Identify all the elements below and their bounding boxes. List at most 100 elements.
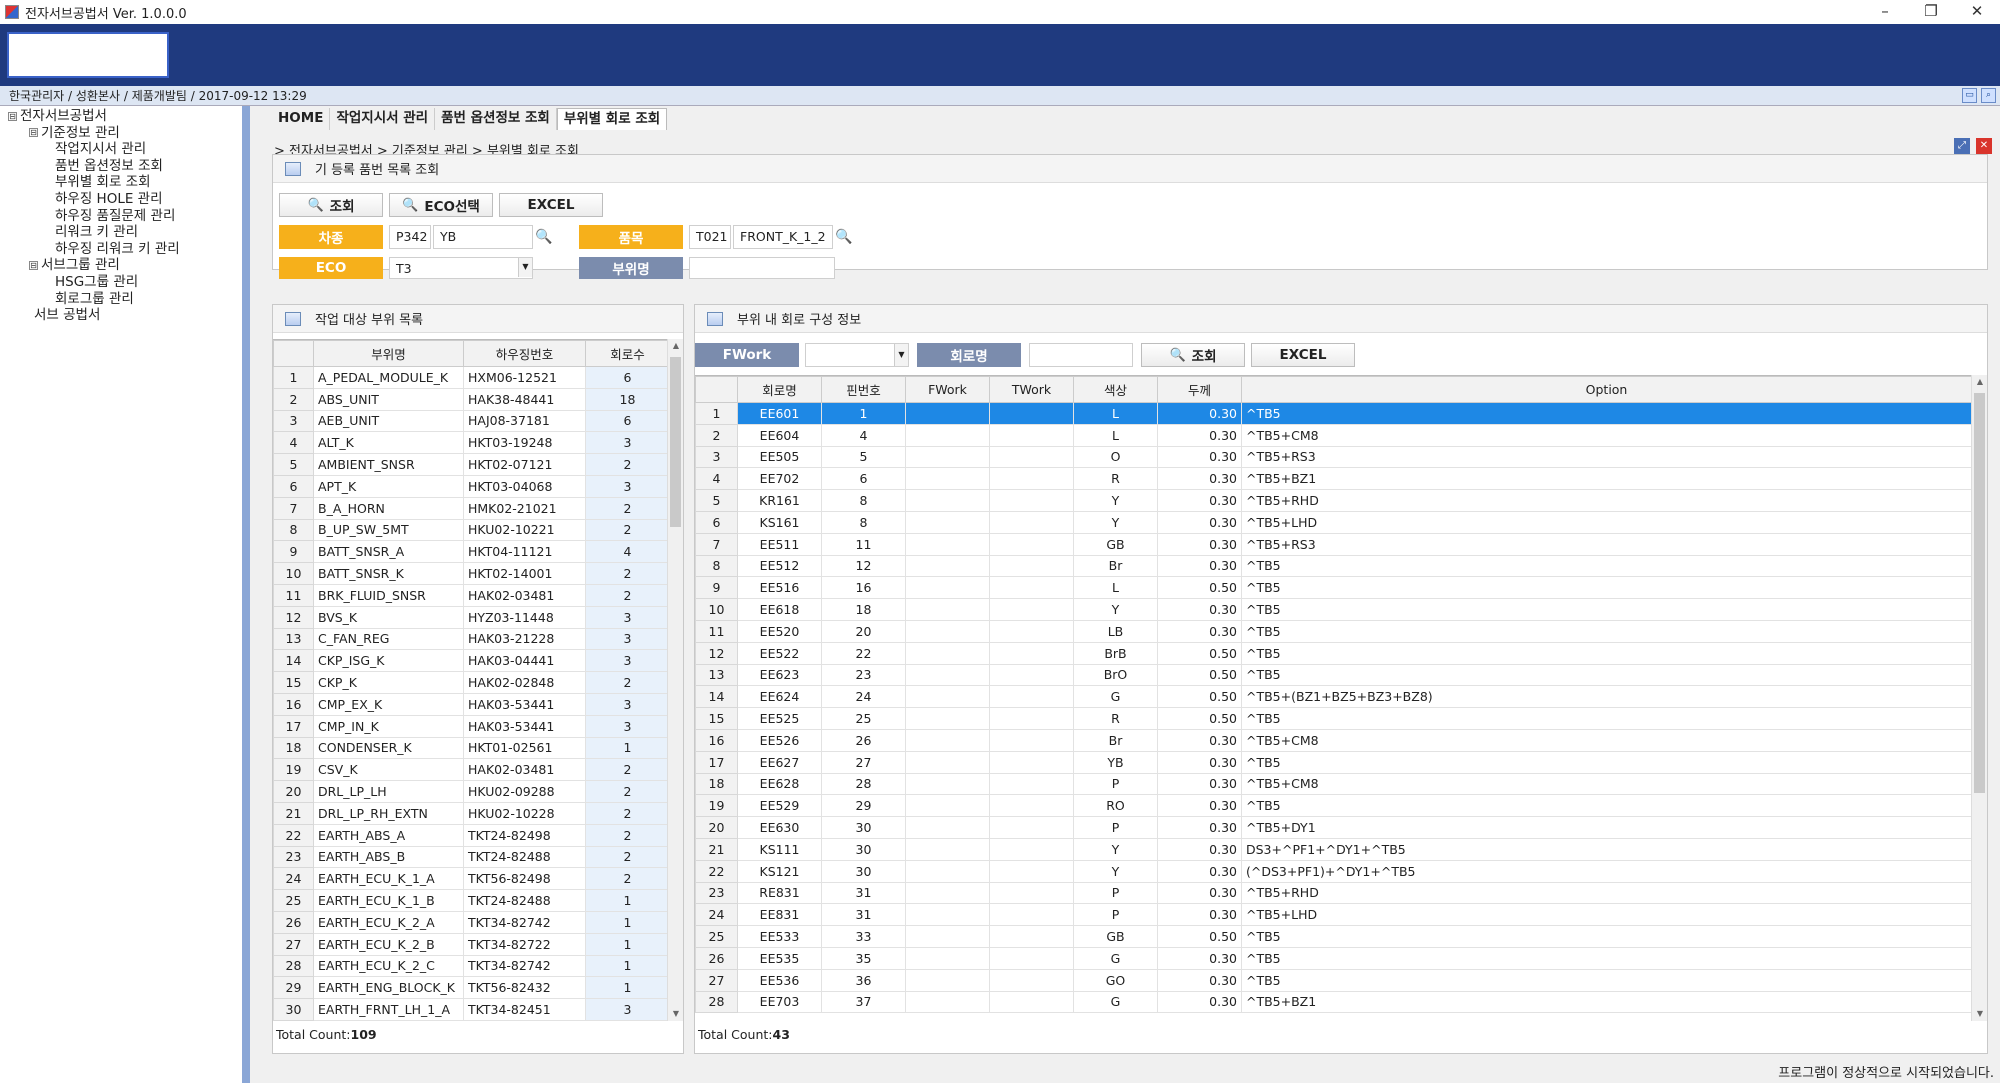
tree-node[interactable]: 하우징 HOLE 관리 — [0, 191, 242, 208]
column-header[interactable]: FWork — [905, 376, 990, 403]
restore-button[interactable]: ❐ — [1908, 0, 1954, 24]
table-row[interactable]: 25 EARTH_ECU_K_1_B TKT24-82488 1 — [273, 889, 669, 912]
column-header[interactable]: 핀번호 — [821, 376, 906, 403]
table-row[interactable]: 21 KS111 30 Y 0.30 DS3+^PF1+^DY1+^TB5 — [695, 837, 1971, 861]
circuit-grid-scrollbar[interactable]: ▲ ▼ — [1971, 375, 1987, 1021]
close-tab-icon[interactable]: ✕ — [1976, 138, 1992, 154]
tree-node[interactable]: ⊟ 기준정보 관리 — [0, 125, 242, 142]
table-row[interactable]: 4 EE702 6 R 0.30 ^TB5+BZ1 — [695, 467, 1971, 491]
excel-button[interactable]: EXCEL — [499, 193, 603, 217]
fwork-select[interactable]: ▼ — [805, 343, 909, 367]
table-row[interactable]: 9 EE516 16 L 0.50 ^TB5 — [695, 576, 1971, 600]
table-row[interactable]: 3 AEB_UNIT HAJ08-37181 6 — [273, 409, 669, 433]
table-row[interactable]: 22 EARTH_ABS_A TKT24-82498 2 — [273, 823, 669, 847]
scroll-thumb[interactable] — [670, 357, 681, 527]
scroll-down-icon[interactable]: ▼ — [1972, 1007, 1988, 1021]
table-row[interactable]: 14 CKP_ISG_K HAK03-04441 3 — [273, 649, 669, 673]
collapse-icon[interactable]: ⊟ — [29, 128, 38, 138]
tree-node[interactable]: 하우징 품질문제 관리 — [0, 208, 242, 225]
table-row[interactable]: 18 CONDENSER_K HKT01-02561 1 — [273, 736, 669, 760]
table-row[interactable]: 15 EE525 25 R 0.50 ^TB5 — [695, 707, 1971, 730]
close-button[interactable]: ✕ — [1954, 0, 2000, 24]
column-header[interactable]: 회로수 — [585, 340, 669, 367]
table-row[interactable]: 24 EE831 31 P 0.30 ^TB5+LHD — [695, 903, 1971, 927]
car-name-field[interactable]: YB — [433, 225, 533, 249]
tree-node[interactable]: 하우징 리워크 키 관리 — [0, 241, 242, 258]
table-row[interactable]: 3 EE505 5 O 0.30 ^TB5+RS3 — [695, 445, 1971, 469]
table-row[interactable]: 6 APT_K HKT03-04068 3 — [273, 474, 669, 498]
circuit-excel-button[interactable]: EXCEL — [1251, 343, 1355, 367]
tab-item[interactable]: HOME — [272, 108, 331, 130]
column-header[interactable]: TWork — [989, 376, 1074, 403]
scroll-down-icon[interactable]: ▼ — [668, 1007, 684, 1021]
table-row[interactable]: 1 A_PEDAL_MODULE_K HXM06-12521 6 — [273, 366, 669, 389]
column-header[interactable]: 두께 — [1157, 376, 1242, 403]
tree-node[interactable]: ⊟ 서브그룹 관리 — [0, 257, 242, 274]
table-row[interactable]: 25 EE533 33 GB 0.50 ^TB5 — [695, 925, 1971, 948]
circuit-search-button[interactable]: 🔍 조회 — [1141, 343, 1245, 367]
eco-select[interactable]: T3 ▼ — [389, 257, 533, 279]
tree-node[interactable]: 회로그룹 관리 — [0, 291, 242, 308]
table-row[interactable]: 5 AMBIENT_SNSR HKT02-07121 2 — [273, 453, 669, 476]
table-row[interactable]: 9 BATT_SNSR_A HKT04-11121 4 — [273, 540, 669, 564]
column-header[interactable]: 하우징번호 — [463, 340, 586, 367]
scroll-thumb[interactable] — [1974, 393, 1985, 793]
minimize-button[interactable]: – — [1862, 0, 1908, 24]
column-header[interactable]: 회로명 — [737, 376, 822, 403]
table-row[interactable]: 21 DRL_LP_RH_EXTN HKU02-10228 2 — [273, 801, 669, 825]
tab-item[interactable]: 부위별 회로 조회 — [556, 108, 668, 130]
table-row[interactable]: 8 EE512 12 Br 0.30 ^TB5 — [695, 554, 1971, 578]
table-row[interactable]: 12 BVS_K HYZ03-11448 3 — [273, 605, 669, 629]
tree-node[interactable]: HSG그룹 관리 — [0, 274, 242, 291]
column-header[interactable]: Option — [1241, 376, 1971, 403]
table-row[interactable]: 29 EARTH_ENG_BLOCK_K TKT56-82432 1 — [273, 976, 669, 1000]
tree-node[interactable]: 리워크 키 관리 — [0, 224, 242, 241]
table-row[interactable]: 7 EE511 11 GB 0.30 ^TB5+RS3 — [695, 532, 1971, 556]
table-row[interactable]: 23 EARTH_ABS_B TKT24-82488 2 — [273, 845, 669, 869]
table-row[interactable]: 27 EE536 36 GO 0.30 ^TB5 — [695, 968, 1971, 992]
table-row[interactable]: 20 EE630 30 P 0.30 ^TB5+DY1 — [695, 816, 1971, 839]
table-row[interactable]: 13 C_FAN_REG HAK03-21228 3 — [273, 627, 669, 651]
screen-icon[interactable]: ▭ — [1962, 88, 1977, 103]
table-row[interactable]: 16 CMP_EX_K HAK03-53441 3 — [273, 692, 669, 716]
table-row[interactable]: 19 EE529 29 RO 0.30 ^TB5 — [695, 794, 1971, 818]
table-row[interactable]: 22 KS121 30 Y 0.30 (^DS3+PF1)+^DY1+^TB5 — [695, 859, 1971, 883]
table-row[interactable]: 17 EE627 27 YB 0.30 ^TB5 — [695, 750, 1971, 774]
table-row[interactable]: 10 BATT_SNSR_K HKT02-14001 2 — [273, 562, 669, 585]
tree-node[interactable]: 품번 옵션정보 조회 — [0, 158, 242, 175]
table-row[interactable]: 2 ABS_UNIT HAK38-48441 18 — [273, 387, 669, 411]
table-row[interactable]: 11 EE520 20 LB 0.30 ^TB5 — [695, 619, 1971, 643]
table-row[interactable]: 26 EE535 35 G 0.30 ^TB5 — [695, 946, 1971, 970]
table-row[interactable]: 14 EE624 24 G 0.50 ^TB5+(BZ1+BZ5+BZ3+BZ8) — [695, 685, 1971, 709]
table-row[interactable]: 28 EE703 37 G 0.30 ^TB5+BZ1 — [695, 990, 1971, 1014]
part-name-field[interactable]: FRONT_K_1_2 — [733, 225, 833, 249]
zoom-icon[interactable]: ⌕ — [1981, 88, 1996, 103]
table-row[interactable]: 17 CMP_IN_K HAK03-53441 3 — [273, 714, 669, 738]
table-row[interactable]: 15 CKP_K HAK02-02848 2 — [273, 671, 669, 694]
tab-item[interactable]: 품번 옵션정보 조회 — [435, 108, 557, 130]
column-header[interactable]: 부위명 — [313, 340, 464, 367]
scroll-up-icon[interactable]: ▲ — [1972, 375, 1988, 389]
table-row[interactable]: 4 ALT_K HKT03-19248 3 — [273, 431, 669, 455]
table-row[interactable]: 6 KS161 8 Y 0.30 ^TB5+LHD — [695, 510, 1971, 534]
table-row[interactable]: 12 EE522 22 BrB 0.50 ^TB5 — [695, 641, 1971, 665]
table-row[interactable]: 5 KR161 8 Y 0.30 ^TB5+RHD — [695, 489, 1971, 512]
eco-select-button[interactable]: 🔍 ECO선택 — [389, 193, 493, 217]
table-row[interactable]: 2 EE604 4 L 0.30 ^TB5+CM8 — [695, 423, 1971, 447]
table-row[interactable]: 11 BRK_FLUID_SNSR HAK02-03481 2 — [273, 583, 669, 607]
table-row[interactable]: 28 EARTH_ECU_K_2_C TKT34-82742 1 — [273, 954, 669, 978]
table-row[interactable]: 18 EE628 28 P 0.30 ^TB5+CM8 — [695, 772, 1971, 796]
chevron-down-icon[interactable]: ▼ — [894, 344, 908, 366]
tree-node[interactable]: 부위별 회로 조회 — [0, 174, 242, 191]
column-header[interactable]: 색상 — [1073, 376, 1158, 403]
expand-icon[interactable]: ⤢ — [1954, 138, 1970, 154]
collapse-icon[interactable]: ⊟ — [29, 260, 38, 270]
table-row[interactable]: 19 CSV_K HAK02-03481 2 — [273, 758, 669, 782]
table-row[interactable]: 26 EARTH_ECU_K_2_A TKT34-82742 1 — [273, 910, 669, 934]
part-code-field[interactable]: T021 — [689, 225, 731, 249]
table-row[interactable]: 27 EARTH_ECU_K_2_B TKT34-82722 1 — [273, 932, 669, 956]
table-row[interactable]: 30 EARTH_FRNT_LH_1_A TKT34-82451 3 — [273, 998, 669, 1021]
part-search-icon[interactable]: 🔍 — [835, 229, 852, 245]
tab-item[interactable]: 작업지시서 관리 — [330, 108, 436, 130]
scroll-up-icon[interactable]: ▲ — [668, 339, 684, 353]
